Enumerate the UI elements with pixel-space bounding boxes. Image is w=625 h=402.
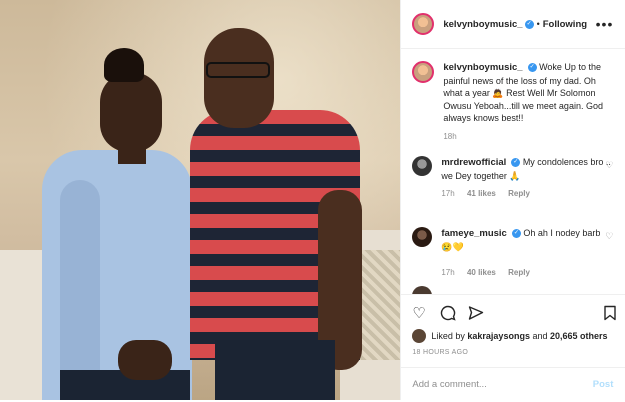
photo-person-right-pants bbox=[215, 340, 335, 400]
verified-badge-icon: ✓ bbox=[511, 229, 521, 239]
post-header: kelvynboymusic_ ✓ • Following ••• bbox=[401, 0, 625, 49]
comment-meta: 17h 40 likes Reply bbox=[441, 267, 613, 280]
likes-summary: Liked by kakrajaysongs and 20,665 others bbox=[412, 329, 608, 343]
instagram-post-view: kelvynboymusic_ ✓ • Following ••• kelvyn… bbox=[0, 0, 625, 400]
caption-body: kelvynboymusic_ ✓ Woke Up to the painful … bbox=[443, 61, 615, 143]
comment-reply-button[interactable]: Reply bbox=[508, 189, 530, 198]
comment-username[interactable]: fameye_music bbox=[441, 228, 506, 239]
comment-username[interactable]: mrdrewofficial bbox=[441, 157, 506, 168]
comment-time[interactable]: 17h bbox=[441, 189, 454, 198]
post-sidebar: kelvynboymusic_ ✓ • Following ••• kelvyn… bbox=[400, 0, 625, 400]
comment-bubble-icon[interactable] bbox=[440, 305, 456, 326]
separator-dot: • bbox=[536, 19, 540, 29]
likes-count[interactable]: 20,665 others bbox=[550, 331, 608, 341]
heart-outline-icon[interactable]: ♡ bbox=[605, 160, 613, 171]
comment-item: mrdrewofficial ✓ My condolences bro .. we… bbox=[412, 156, 617, 201]
post-caption: kelvynboymusic_ ✓ Woke Up to the painful … bbox=[412, 61, 617, 143]
comment-body: fameye_music ✓ Oh ah I nodey barb 😢💛 17h … bbox=[441, 227, 613, 280]
author-avatar[interactable] bbox=[412, 13, 435, 35]
photo-person-left-hands bbox=[118, 340, 172, 380]
author-username[interactable]: kelvynboymusic_ bbox=[443, 19, 522, 30]
caption-author-avatar[interactable] bbox=[412, 61, 435, 83]
comment-item-partial bbox=[412, 286, 617, 294]
post-comment-button[interactable]: Post bbox=[593, 379, 614, 390]
caption-time[interactable]: 18h bbox=[443, 132, 456, 141]
following-button[interactable]: Following bbox=[543, 19, 587, 30]
comment-body: mrdrewofficial ✓ My condolences bro .. we… bbox=[441, 156, 613, 201]
comment-item: fameye_music ✓ Oh ah I nodey barb 😢💛 17h … bbox=[412, 227, 617, 280]
caption-meta: 18h bbox=[443, 131, 615, 144]
photo-person-left-hair bbox=[104, 48, 144, 82]
author-info: kelvynboymusic_ ✓ • Following bbox=[443, 19, 587, 30]
more-options-icon[interactable]: ••• bbox=[596, 16, 614, 32]
like-heart-icon[interactable]: ♡ bbox=[412, 305, 425, 323]
commenter-avatar[interactable] bbox=[412, 286, 433, 294]
comment-time[interactable]: 17h bbox=[441, 268, 454, 277]
post-timestamp[interactable]: 18 HOURS AGO bbox=[412, 349, 468, 356]
photo-person-left-head bbox=[100, 72, 162, 152]
caption-username[interactable]: kelvynboymusic_ bbox=[443, 62, 522, 73]
commenter-avatar[interactable] bbox=[412, 227, 433, 247]
save-bookmark-icon[interactable] bbox=[603, 305, 617, 326]
post-actions: ♡ Liked by kakrajaysongs and 20,665 othe… bbox=[401, 294, 625, 401]
heart-outline-icon[interactable]: ♡ bbox=[605, 231, 613, 242]
verified-badge-icon: ✓ bbox=[511, 158, 521, 168]
comment-likes[interactable]: 40 likes bbox=[467, 268, 496, 277]
photo-person-right-glasses bbox=[206, 62, 270, 78]
share-send-icon[interactable] bbox=[468, 305, 484, 326]
commenter-avatar[interactable] bbox=[412, 156, 433, 176]
comment-meta: 17h 41 likes Reply bbox=[441, 188, 613, 201]
action-icons: ♡ bbox=[412, 305, 617, 325]
photo-person-right-head bbox=[204, 28, 274, 128]
liker-username[interactable]: kakrajaysongs bbox=[467, 331, 530, 341]
verified-badge-icon: ✓ bbox=[527, 63, 537, 73]
liker-avatar[interactable] bbox=[412, 329, 427, 343]
photo-person-left-shirt-shade bbox=[60, 180, 100, 400]
comments-section: kelvynboymusic_ ✓ Woke Up to the painful … bbox=[401, 49, 625, 294]
likes-prefix: Liked by bbox=[431, 331, 465, 341]
likes-middle: and bbox=[532, 331, 548, 341]
verified-badge-icon: ✓ bbox=[524, 19, 534, 29]
post-photo[interactable] bbox=[0, 0, 401, 400]
comment-reply-button[interactable]: Reply bbox=[508, 268, 530, 277]
comment-likes[interactable]: 41 likes bbox=[467, 189, 496, 198]
comment-input[interactable]: Add a comment... bbox=[412, 379, 486, 390]
add-comment-bar: Add a comment... Post bbox=[401, 367, 625, 402]
